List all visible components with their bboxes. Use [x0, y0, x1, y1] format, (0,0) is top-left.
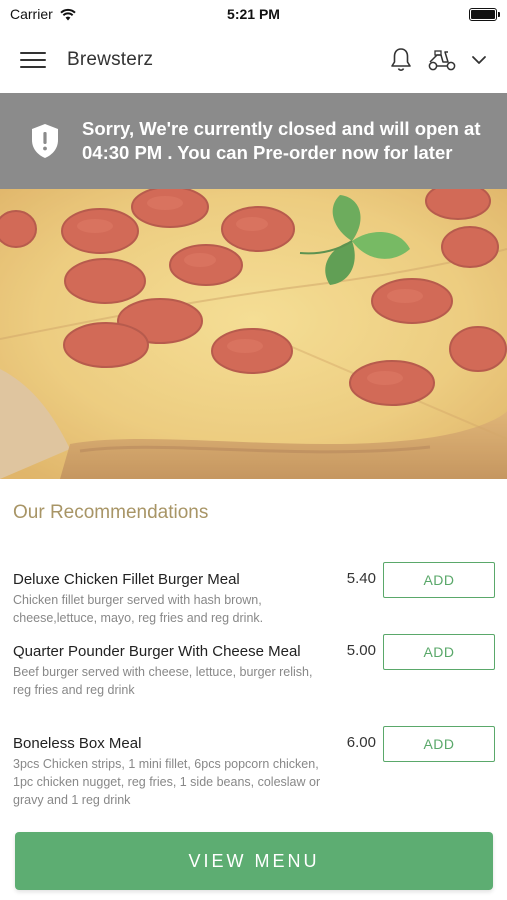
app-title: Brewsterz — [67, 49, 154, 70]
menu-item: Boneless Box Meal 3pcs Chicken strips, 1… — [13, 726, 495, 809]
app-header: Brewsterz — [0, 28, 507, 92]
item-price: 5.40 — [346, 570, 376, 587]
battery-icon — [469, 7, 500, 21]
item-price: 6.00 — [346, 734, 376, 751]
item-price: 5.00 — [346, 642, 376, 659]
menu-item: Quarter Pounder Burger With Cheese Meal … — [13, 634, 495, 699]
add-button[interactable]: ADD — [383, 634, 495, 670]
carrier-label: Carrier — [10, 6, 53, 22]
recommendations-title: Our Recommendations — [13, 502, 209, 523]
add-button[interactable]: ADD — [383, 726, 495, 762]
item-description: Chicken fillet burger served with hash b… — [13, 593, 264, 625]
banner-message: Sorry, We're currently closed and will o… — [82, 118, 481, 163]
item-name: Quarter Pounder Burger With Cheese Meal — [13, 643, 301, 660]
store-closed-banner: Sorry, We're currently closed and will o… — [0, 93, 507, 189]
item-description: Beef burger served with cheese, lettuce,… — [13, 665, 313, 697]
status-left: Carrier — [10, 6, 77, 22]
item-description: 3pcs Chicken strips, 1 mini fillet, 6pcs… — [13, 757, 321, 807]
view-menu-button[interactable]: VIEW MENU — [15, 832, 493, 890]
shield-alert-icon — [32, 124, 58, 158]
bell-icon[interactable] — [389, 47, 413, 73]
hero-pizza-image — [0, 189, 507, 479]
menu-item: Deluxe Chicken Fillet Burger Meal Chicke… — [13, 562, 495, 627]
add-button[interactable]: ADD — [383, 562, 495, 598]
chevron-down-icon[interactable] — [471, 54, 487, 66]
hamburger-menu-icon[interactable] — [20, 49, 46, 71]
wifi-icon — [60, 8, 76, 20]
item-name: Boneless Box Meal — [13, 735, 142, 752]
item-name: Deluxe Chicken Fillet Burger Meal — [13, 571, 240, 588]
status-bar: Carrier 5:21 PM — [0, 0, 507, 28]
header-actions — [389, 47, 487, 73]
scooter-icon[interactable] — [427, 48, 457, 72]
